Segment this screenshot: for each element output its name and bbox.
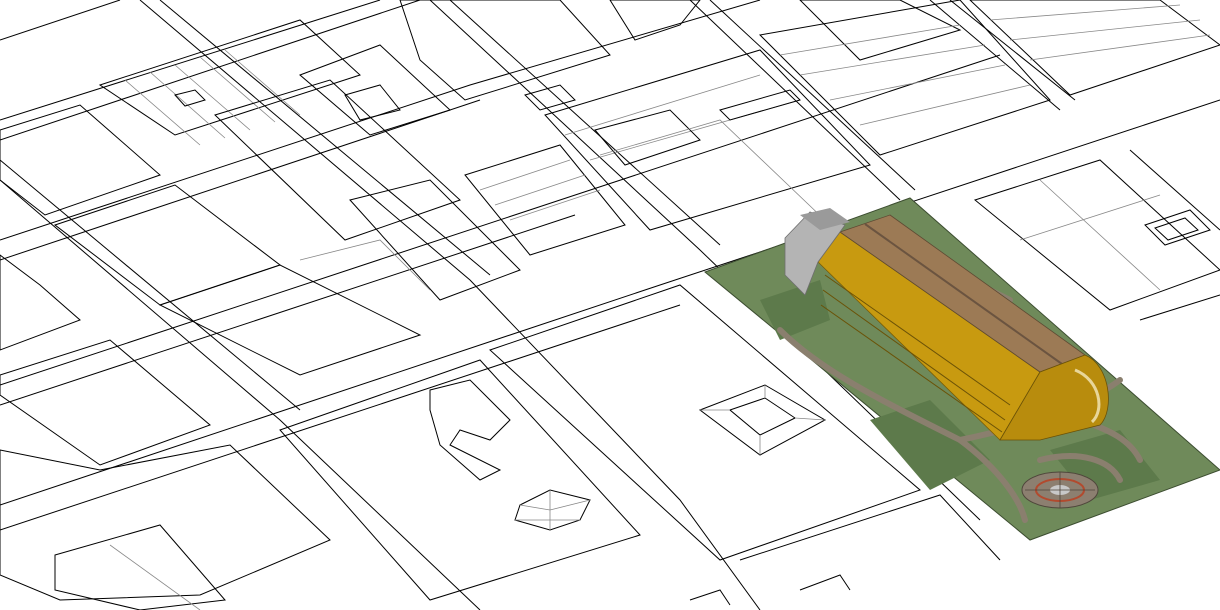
plaza-rosette	[1021, 471, 1099, 509]
pavilion-right	[698, 384, 827, 456]
pavilion-left	[514, 489, 591, 531]
isometric-site-model	[0, 0, 1220, 610]
